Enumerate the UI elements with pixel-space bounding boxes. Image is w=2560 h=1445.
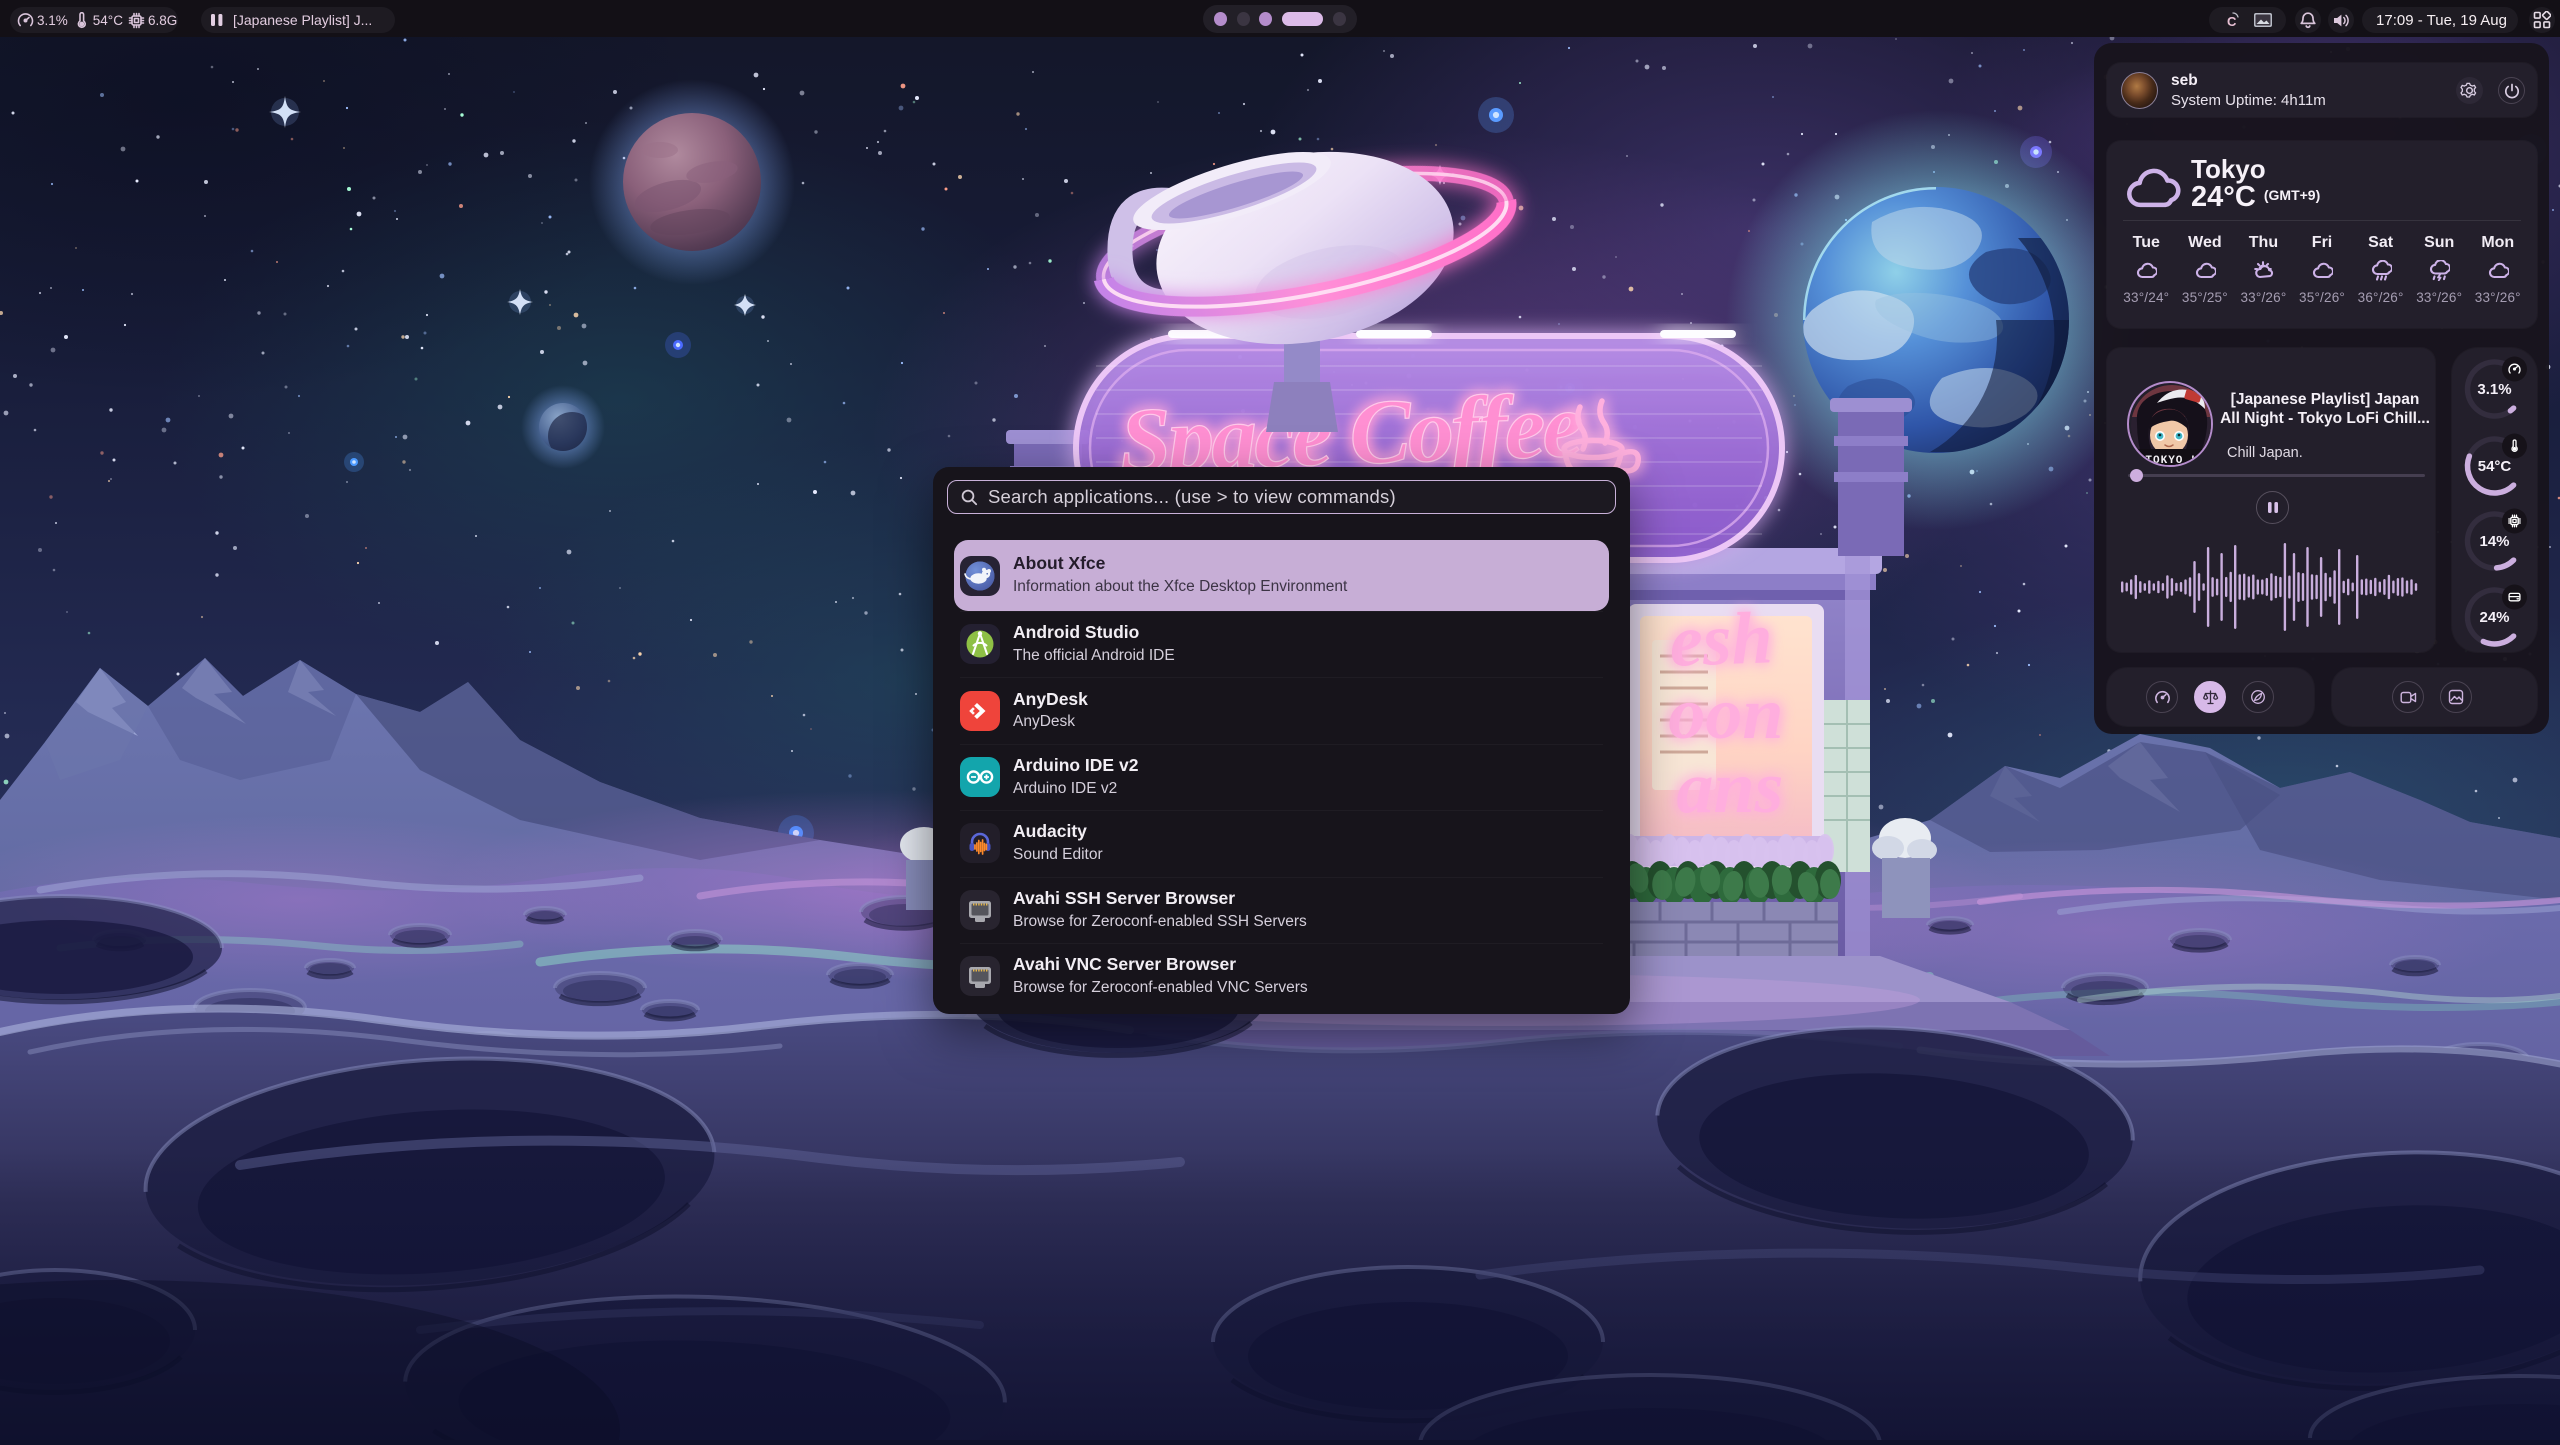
svg-text:C: C — [2227, 14, 2237, 29]
svg-text:oon: oon — [1668, 673, 1783, 755]
svg-text:24%: 24% — [2479, 609, 2509, 626]
svg-text:54°C: 54°C — [2478, 458, 2512, 475]
svg-text:TOKYO L: TOKYO L — [2145, 455, 2198, 467]
svg-text:esh: esh — [1668, 597, 1774, 683]
svg-text:ans: ans — [1677, 747, 1784, 829]
svg-text:14%: 14% — [2479, 533, 2509, 550]
svg-text:3.1%: 3.1% — [2477, 381, 2511, 398]
